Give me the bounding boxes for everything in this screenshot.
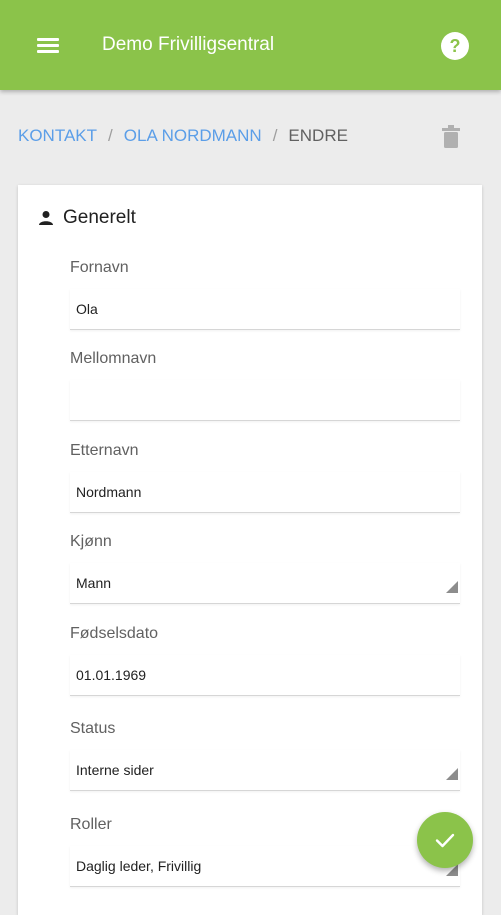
help-icon[interactable]: ? <box>441 32 469 60</box>
first-name-input[interactable]: Ola <box>70 289 460 330</box>
breadcrumb-separator: / <box>108 126 113 145</box>
last-name-input[interactable]: Nordmann <box>70 472 460 513</box>
section-header: Generelt <box>38 207 136 229</box>
last-name-label: Etternavn <box>70 442 139 459</box>
dropdown-arrow-icon <box>446 768 458 780</box>
dropdown-arrow-icon <box>446 581 458 593</box>
roles-label: Roller <box>70 816 112 833</box>
breadcrumb-kontakt[interactable]: KONTAKT <box>18 126 97 146</box>
trash-icon[interactable] <box>440 125 462 149</box>
breadcrumb: KONTAKT / OLA NORDMANN / ENDRE <box>18 126 348 146</box>
gender-select[interactable]: Mann <box>70 563 460 604</box>
breadcrumb-separator: / <box>272 126 278 145</box>
birth-date-input[interactable]: 01.01.1969 <box>70 655 460 696</box>
menu-icon[interactable] <box>26 30 72 62</box>
middle-name-input[interactable] <box>70 380 460 421</box>
status-label: Status <box>70 720 116 737</box>
person-icon <box>39 211 53 225</box>
roles-select[interactable]: Daglig leder, Frivillig <box>70 846 460 887</box>
gender-label: Kjønn <box>70 533 112 550</box>
save-button[interactable] <box>417 812 473 868</box>
check-icon <box>435 833 455 848</box>
first-name-field: Fornavn Ola <box>70 259 460 330</box>
middle-name-field: Mellomnavn <box>70 350 460 421</box>
contact-form-card: Generelt Fornavn Ola Mellomnavn Etternav… <box>18 185 482 915</box>
birth-date-value: 01.01.1969 <box>76 667 147 683</box>
status-select[interactable]: Interne sider <box>70 750 460 791</box>
breadcrumb-current: ENDRE <box>288 126 348 145</box>
birth-date-field: Fødselsdato 01.01.1969 <box>70 625 460 696</box>
middle-name-label: Mellomnavn <box>70 350 157 367</box>
first-name-label: Fornavn <box>70 259 129 276</box>
roles-field: Roller Daglig leder, Frivillig <box>70 816 460 887</box>
status-field: Status Interne sider <box>70 720 460 791</box>
app-title: Demo Frivilligsentral <box>102 34 275 55</box>
birth-date-label: Fødselsdato <box>70 625 159 642</box>
first-name-value: Ola <box>76 301 98 317</box>
section-title: Generelt <box>63 207 136 228</box>
status-value: Interne sider <box>76 762 154 778</box>
breadcrumb-ola-nordmann[interactable]: OLA NORDMANN <box>124 126 262 146</box>
roles-value: Daglig leder, Frivillig <box>76 858 202 874</box>
gender-value: Mann <box>76 575 112 591</box>
last-name-value: Nordmann <box>76 484 142 500</box>
app-bar: Demo Frivilligsentral ? <box>0 0 501 90</box>
gender-field: Kjønn Mann <box>70 533 460 604</box>
last-name-field: Etternavn Nordmann <box>70 442 460 513</box>
